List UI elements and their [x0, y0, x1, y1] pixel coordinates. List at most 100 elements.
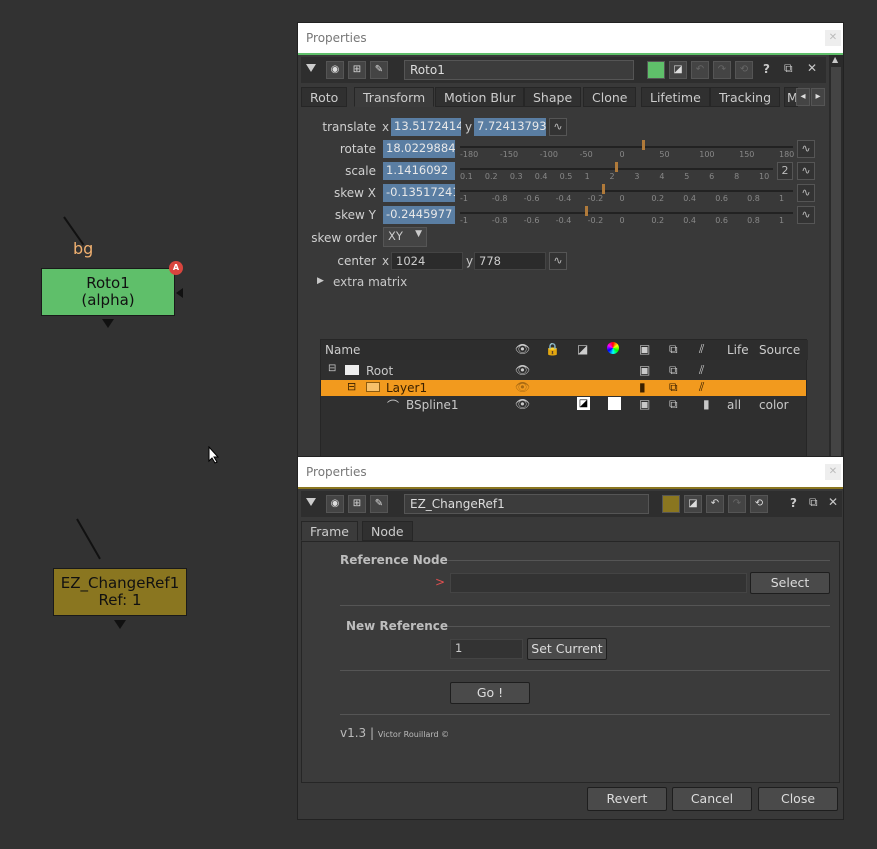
input-icon[interactable]: ⊞ [348, 495, 366, 513]
center-animation-icon[interactable]: ∿ [549, 252, 567, 270]
blend-icon[interactable]: ⧉ [669, 397, 678, 412]
row-bspline1-source[interactable]: color [759, 398, 789, 412]
gl-color-icon[interactable]: ◪ [684, 495, 702, 513]
table-row-root[interactable]: ⊟ Root 👁 ▣ ⧉ ⫽ [321, 363, 806, 379]
table-row-layer1[interactable]: ⊟ Layer1 👁 ▮ ⧉ ⫽ [321, 380, 806, 396]
node-color-icon[interactable] [662, 495, 680, 513]
panel-close-icon[interactable]: ✕ [825, 30, 841, 46]
undo-icon[interactable]: ↶ [691, 61, 709, 79]
center-x-input[interactable]: 1024 [391, 252, 463, 270]
eye-icon[interactable]: 👁 [515, 380, 530, 394]
skewy-slider[interactable]: -1 -0.8 -0.6 -0.4 -0.2 0 0.2 0.4 0.6 0.8 1 [460, 206, 793, 236]
redo-icon[interactable]: ↷ [728, 495, 746, 513]
extra-matrix-label[interactable]: extra matrix [333, 275, 407, 289]
translate-y-input[interactable]: 7.72413793 [474, 118, 546, 136]
skewy-input[interactable]: -0.2445977 [383, 206, 455, 224]
tab-lifetime[interactable]: Lifetime [641, 87, 710, 107]
blend-col-icon[interactable]: ⧉ [669, 342, 678, 357]
lock-col-icon[interactable]: 🔒 [545, 342, 560, 356]
reference-node-input[interactable] [450, 573, 747, 593]
motion-blur-icon[interactable]: ▮ [703, 397, 710, 411]
scale-animation-icon[interactable]: ∿ [797, 162, 815, 180]
extra-matrix-toggle-icon[interactable]: ▶ [317, 276, 324, 286]
collapse-triangle-icon[interactable] [306, 498, 316, 506]
collapse-triangle-icon[interactable] [306, 64, 316, 72]
gl-color-icon[interactable]: ◪ [669, 61, 687, 79]
skewy-animation-icon[interactable]: ∿ [797, 206, 815, 224]
rotate-animation-icon[interactable]: ∿ [797, 140, 815, 158]
eye-icon[interactable]: 👁 [515, 397, 530, 411]
float-panel-icon[interactable]: ⧉ [784, 61, 793, 76]
ez-changeref-node[interactable]: EZ_ChangeRef1 Ref: 1 [53, 568, 187, 616]
scale-channels-button[interactable]: 2 [777, 162, 793, 180]
tab-scroll-left-icon[interactable]: ◂ [796, 88, 810, 106]
redo-icon[interactable]: ↷ [713, 61, 731, 79]
close-panel-icon[interactable]: ✕ [828, 495, 838, 509]
node-color-icon[interactable] [647, 61, 665, 79]
input-icon[interactable]: ⊞ [348, 61, 366, 79]
eye-icon[interactable]: 👁 [515, 363, 530, 377]
overlay-icon[interactable]: ▣ [639, 397, 650, 411]
scroll-thumb[interactable] [831, 67, 841, 462]
blend-icon[interactable]: ⧉ [669, 363, 678, 378]
revert-button[interactable]: Revert [587, 787, 667, 811]
skewx-input[interactable]: -0.13517241 [383, 184, 455, 202]
col-name[interactable]: Name [325, 343, 360, 357]
collapse-icon[interactable]: ⊟ [328, 363, 336, 374]
tab-roto[interactable]: Roto [301, 87, 348, 107]
scroll-up-icon[interactable]: ▲ [832, 55, 838, 64]
wrench-icon[interactable]: ✎ [370, 61, 388, 79]
rotate-input[interactable]: 18.0229884 [383, 140, 455, 158]
tab-motion-blur[interactable]: Motion Blur [435, 87, 525, 107]
tab-clone[interactable]: Clone [583, 87, 637, 107]
go-button[interactable]: Go ! [450, 682, 530, 704]
node-name-field[interactable]: EZ_ChangeRef1 [404, 494, 649, 514]
close-button[interactable]: Close [758, 787, 838, 811]
overlay-icon[interactable]: ▮ [639, 380, 646, 394]
col-source[interactable]: Source [759, 343, 800, 357]
row-bspline1-life[interactable]: all [727, 398, 741, 412]
tab-transform[interactable]: Transform [354, 87, 435, 107]
float-panel-icon[interactable]: ⧉ [809, 495, 818, 510]
tab-tracking[interactable]: Tracking [710, 87, 781, 107]
col-life[interactable]: Life [727, 343, 749, 357]
overlay-col-icon[interactable]: ▣ [639, 342, 650, 356]
revert-icon[interactable]: ⟲ [735, 61, 753, 79]
color-swatch[interactable] [608, 397, 621, 410]
translate-x-input[interactable]: 13.5172414 [391, 118, 461, 136]
table-row-bspline1[interactable]: ⌒ BSpline1 👁 ◪ ▣ ⧉ ▮ all color [321, 397, 806, 413]
visible-col-eye-icon[interactable]: 👁 [515, 342, 530, 356]
close-panel-icon[interactable]: ✕ [807, 61, 817, 75]
tab-scroll-right-icon[interactable]: ▸ [811, 88, 825, 106]
motion-blur-col-icon[interactable]: ⫽ [699, 342, 704, 357]
motion-blur-icon[interactable]: ⫽ [699, 380, 704, 395]
node-name-field[interactable]: Roto1 [404, 60, 634, 80]
help-icon[interactable]: ? [763, 62, 770, 76]
center-node-icon[interactable]: ◉ [326, 495, 344, 513]
panel-close-icon[interactable]: ✕ [825, 464, 841, 480]
slider-handle[interactable] [615, 162, 618, 172]
translate-animation-icon[interactable]: ∿ [549, 118, 567, 136]
panel-scrollbar[interactable]: ▲ [829, 55, 843, 462]
tab-frame[interactable]: Frame [301, 521, 358, 541]
select-button[interactable]: Select [750, 572, 830, 594]
cancel-button[interactable]: Cancel [672, 787, 752, 811]
undo-icon[interactable]: ↶ [706, 495, 724, 513]
revert-icon[interactable]: ⟲ [750, 495, 768, 513]
motion-blur-icon[interactable]: ⫽ [699, 363, 704, 378]
set-current-button[interactable]: Set Current [527, 638, 607, 660]
color-col-icon[interactable] [607, 342, 619, 354]
invert-icon[interactable]: ◪ [577, 397, 590, 410]
wrench-icon[interactable]: ✎ [370, 495, 388, 513]
skew-order-dropdown[interactable]: XY ▼ [383, 227, 427, 247]
scale-input[interactable]: 1.1416092 [383, 162, 455, 180]
node-graph[interactable]: bg Roto1 (alpha) A EZ_ChangeRef1 Ref: 1 [0, 0, 297, 849]
invert-col-icon[interactable]: ◪ [577, 342, 588, 356]
new-reference-input[interactable]: 1 [450, 639, 523, 659]
skewx-animation-icon[interactable]: ∿ [797, 184, 815, 202]
slider-handle[interactable] [641, 140, 645, 150]
slider-handle[interactable] [585, 206, 589, 216]
overlay-icon[interactable]: ▣ [639, 363, 650, 377]
blend-icon[interactable]: ⧉ [669, 380, 678, 395]
slider-handle[interactable] [601, 184, 605, 194]
